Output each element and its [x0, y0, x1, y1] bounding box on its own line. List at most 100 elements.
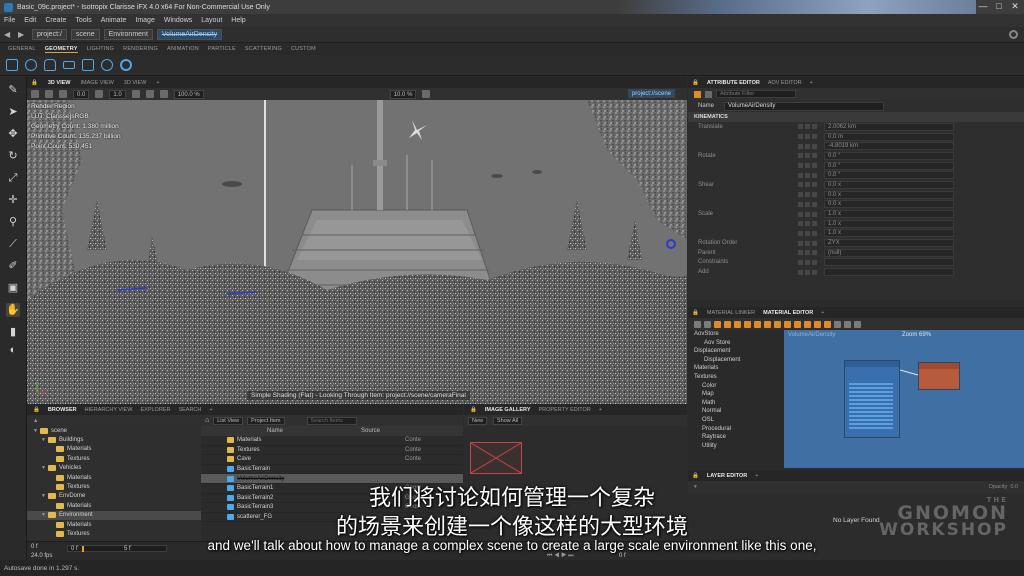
attribute-value-field[interactable]: 2.0062 km: [824, 122, 954, 131]
view-mode-select[interactable]: List View: [213, 416, 244, 425]
resolution-field[interactable]: 100.0 %: [173, 89, 204, 99]
crumb-environment[interactable]: Environment: [103, 29, 153, 40]
expand-arrow-icon[interactable]: ▼: [41, 437, 46, 443]
add-tab-icon[interactable]: +: [810, 80, 813, 86]
crumb-project[interactable]: project:/: [32, 29, 67, 40]
node-graph[interactable]: VolumeAirDensity Zoom 69%: [784, 330, 1024, 468]
attribute-value-field[interactable]: 0.0 x: [824, 190, 954, 199]
attribute-value-field[interactable]: 1.0 x: [824, 229, 954, 238]
tree-item[interactable]: ▼ Vehicles: [27, 464, 201, 473]
attribute-lock-icons[interactable]: [798, 134, 824, 140]
material-tree-item[interactable]: Displacement: [688, 347, 782, 356]
display-icon[interactable]: [59, 90, 67, 98]
attribute-lock-icons[interactable]: [798, 201, 824, 207]
tab-3d-view[interactable]: 3D VIEW: [48, 80, 71, 86]
lock-icon[interactable]: 🔒: [692, 80, 699, 86]
tool-icon[interactable]: [734, 320, 741, 328]
attribute-lock-icons[interactable]: [798, 153, 824, 159]
add-tab-icon[interactable]: +: [209, 407, 212, 413]
attribute-value-field[interactable]: 1.0 x: [824, 219, 954, 228]
attribute-lock-icons[interactable]: [798, 269, 824, 275]
tool-icon[interactable]: [694, 320, 701, 328]
paint-icon[interactable]: ⚲: [6, 215, 20, 229]
globe-icon[interactable]: [101, 59, 113, 71]
exposure-field[interactable]: 0.0: [73, 89, 90, 99]
gamma-icon[interactable]: [95, 90, 104, 98]
scatter-brush-icon[interactable]: ✐: [6, 259, 20, 273]
tool-icon[interactable]: [814, 320, 821, 328]
lock-icon[interactable]: 🔒: [692, 473, 699, 479]
empty-image-thumbnail[interactable]: [470, 442, 522, 474]
menu-windows[interactable]: Windows: [164, 17, 192, 24]
material-tree-item[interactable]: Color: [688, 382, 782, 391]
tool-icon[interactable]: [804, 320, 811, 328]
menu-tools[interactable]: Tools: [75, 17, 91, 24]
options-icon[interactable]: [705, 90, 712, 98]
pencil-icon[interactable]: ✎: [6, 83, 20, 97]
close-button[interactable]: ✕: [1008, 1, 1022, 12]
attribute-filter-input[interactable]: Attribute Filter: [716, 90, 796, 98]
menu-file[interactable]: File: [4, 17, 15, 24]
shading-icon[interactable]: [45, 90, 53, 98]
attribute-value-field[interactable]: 0.0 °: [824, 171, 954, 180]
tab-aov-editor[interactable]: AOV EDITOR: [768, 80, 802, 86]
forward-arrow-icon[interactable]: ▶: [18, 30, 28, 39]
tool-icon[interactable]: [784, 320, 791, 328]
filter-select[interactable]: Project Item: [247, 416, 285, 425]
menu-help[interactable]: Help: [231, 17, 245, 24]
attribute-value-field[interactable]: 0.0 x: [824, 180, 954, 189]
brush-icon[interactable]: ⟋: [6, 237, 20, 251]
attribute-lock-icons[interactable]: [798, 182, 824, 188]
camera-icon[interactable]: ▮: [6, 325, 20, 339]
gamma-field[interactable]: 1.0: [109, 89, 126, 99]
list-item[interactable]: BasicTerrain: [201, 465, 463, 475]
attribute-value-field[interactable]: 0.0 °: [824, 151, 954, 160]
name-field[interactable]: VolumeAirDensity: [724, 101, 885, 111]
material-tree-item[interactable]: Aov Store: [688, 339, 782, 348]
view-mode-icon[interactable]: [31, 90, 39, 98]
lut-icon[interactable]: [131, 90, 140, 98]
attribute-lock-icons[interactable]: [798, 250, 824, 256]
move-icon[interactable]: ✥: [6, 127, 20, 141]
shelf-tab-particle[interactable]: PARTICLE: [208, 46, 236, 52]
expand-arrow-icon[interactable]: ▼: [33, 428, 38, 434]
attribute-value-field[interactable]: 0.0 °: [824, 161, 954, 170]
shelf-tab-general[interactable]: GENERAL: [8, 46, 36, 52]
material-tree-item[interactable]: Map: [688, 390, 782, 399]
tab-3d-view-2[interactable]: 3D VIEW: [124, 80, 147, 86]
up-arrow-icon[interactable]: ▲: [33, 418, 38, 424]
tab-material-linker[interactable]: MATERIAL LINKER: [707, 310, 755, 316]
color-swatch-icon[interactable]: ◐: [6, 343, 20, 357]
tab-search[interactable]: SEARCH: [178, 407, 201, 413]
tool-icon[interactable]: [824, 320, 831, 328]
crumb-scene[interactable]: scene: [70, 29, 100, 40]
tool-icon[interactable]: [714, 320, 721, 328]
gear-icon[interactable]: [1009, 30, 1018, 39]
attribute-lock-icons[interactable]: [798, 172, 824, 178]
grid-icon[interactable]: [82, 59, 94, 71]
scale-icon[interactable]: ⤢: [6, 171, 20, 185]
section-kinematics[interactable]: KINEMATICS: [688, 112, 1024, 122]
tree-item[interactable]: ▼ scene: [27, 426, 201, 435]
attribute-lock-icons[interactable]: [798, 163, 824, 169]
tab-browser[interactable]: BROWSER: [48, 407, 77, 413]
tool-icon[interactable]: [744, 320, 751, 328]
torus-icon[interactable]: [120, 59, 132, 71]
tool-icon[interactable]: [834, 320, 841, 328]
column-source[interactable]: Source: [361, 428, 380, 434]
list-item[interactable]: Textures Conte: [201, 446, 463, 456]
tab-image-gallery[interactable]: IMAGE GALLERY: [485, 407, 531, 413]
home-icon[interactable]: ⌂: [205, 417, 209, 424]
lock-icon[interactable]: 🔒: [31, 80, 38, 86]
shelf-tab-lighting[interactable]: LIGHTING: [87, 46, 115, 52]
attribute-lock-icons[interactable]: [798, 192, 824, 198]
tool-icon[interactable]: [724, 320, 731, 328]
tool-icon[interactable]: [844, 320, 851, 328]
attribute-lock-icons[interactable]: [798, 230, 824, 236]
cylinder-icon[interactable]: [44, 59, 56, 71]
expand-arrow-icon[interactable]: ▼: [41, 465, 46, 471]
tree-item[interactable]: Materials: [27, 445, 201, 454]
attribute-lock-icons[interactable]: [798, 240, 824, 246]
show-filter-select[interactable]: Show All: [493, 416, 523, 425]
playback-controls[interactable]: ⏮ ◀ ▶ ⏭: [547, 553, 574, 560]
